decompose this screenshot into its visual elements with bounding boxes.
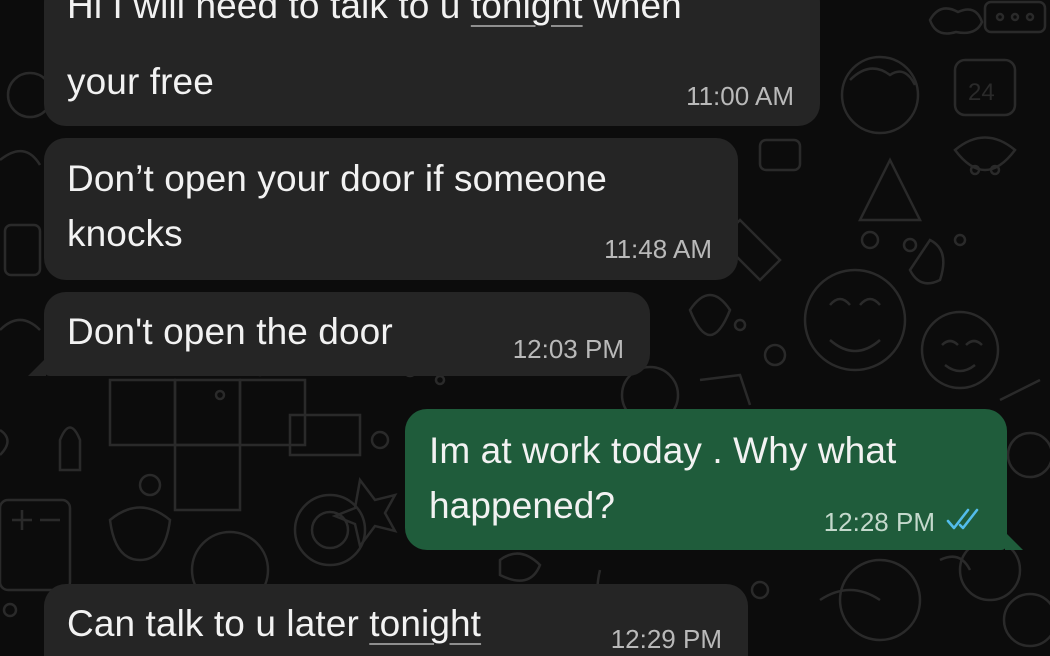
message-timestamp: 12:29 PM xyxy=(610,624,722,654)
chat-conversation[interactable]: 24 Hi I will need to talk to u tonight w… xyxy=(0,0,1050,656)
incoming-message[interactable]: Don't open the door 12:03 PM xyxy=(44,292,650,376)
message-timestamp: 11:00 AM xyxy=(686,81,794,111)
message-text-part: Can talk to u later xyxy=(67,603,370,644)
double-check-icon xyxy=(946,508,979,530)
incoming-message[interactable]: Can talk to u later tonight 12:29 PM xyxy=(44,584,748,656)
date-link[interactable]: tonight xyxy=(369,603,481,644)
message-text-line: Im at work today . Why what xyxy=(429,430,897,471)
message-text: Hi I will need to talk to u tonight when xyxy=(67,0,682,34)
bubble-tail xyxy=(1005,532,1023,550)
incoming-message[interactable]: Don’t open your door if someone knocks 1… xyxy=(44,138,738,280)
outgoing-message[interactable]: Im at work today . Why what happened? 12… xyxy=(405,409,1007,550)
message-timestamp: 12:28 PM xyxy=(823,507,935,537)
date-link[interactable]: tonight xyxy=(471,0,583,26)
message-timestamp: 11:48 AM xyxy=(604,234,712,264)
message-timestamp: 12:03 PM xyxy=(512,334,624,364)
message-text-line: Don't open the door xyxy=(67,311,393,352)
incoming-message[interactable]: Hi I will need to talk to u tonight when… xyxy=(44,0,820,126)
message-text-part: Hi I will need to talk to u xyxy=(67,0,471,26)
message-text-line: happened? xyxy=(429,485,616,526)
message-text-line: Don’t open your door if someone xyxy=(67,158,607,199)
svg-text:24: 24 xyxy=(968,79,995,106)
message-text-line: knocks xyxy=(67,213,183,254)
bubble-tail xyxy=(28,358,46,376)
message-text: Can talk to u later tonight xyxy=(67,596,481,652)
message-text-line: your free xyxy=(67,61,214,102)
message-text-part: when xyxy=(582,0,682,26)
